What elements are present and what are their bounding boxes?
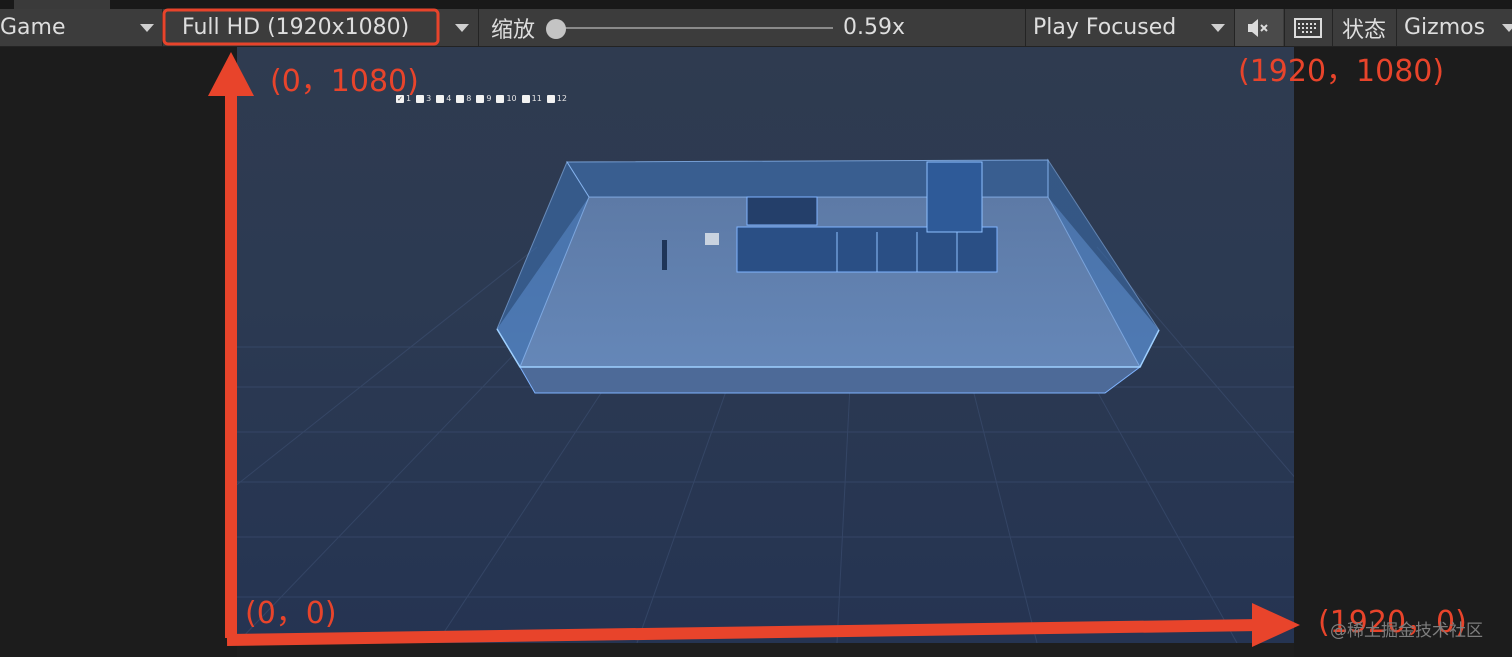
x-axis-arrow [226,619,1261,646]
annotation-bottom-left: (0，0) [245,596,337,631]
resolution-highlight-box [162,8,440,46]
watermark: @稀土掘金技术社区 [1330,621,1483,641]
annotation-top-left: (0，1080) [270,64,419,99]
annotation-overlay [162,8,1300,647]
annotation-top-right: (1920，1080) [1238,54,1445,89]
y-axis-arrowhead [208,52,254,96]
x-axis-arrowhead [1252,603,1300,647]
